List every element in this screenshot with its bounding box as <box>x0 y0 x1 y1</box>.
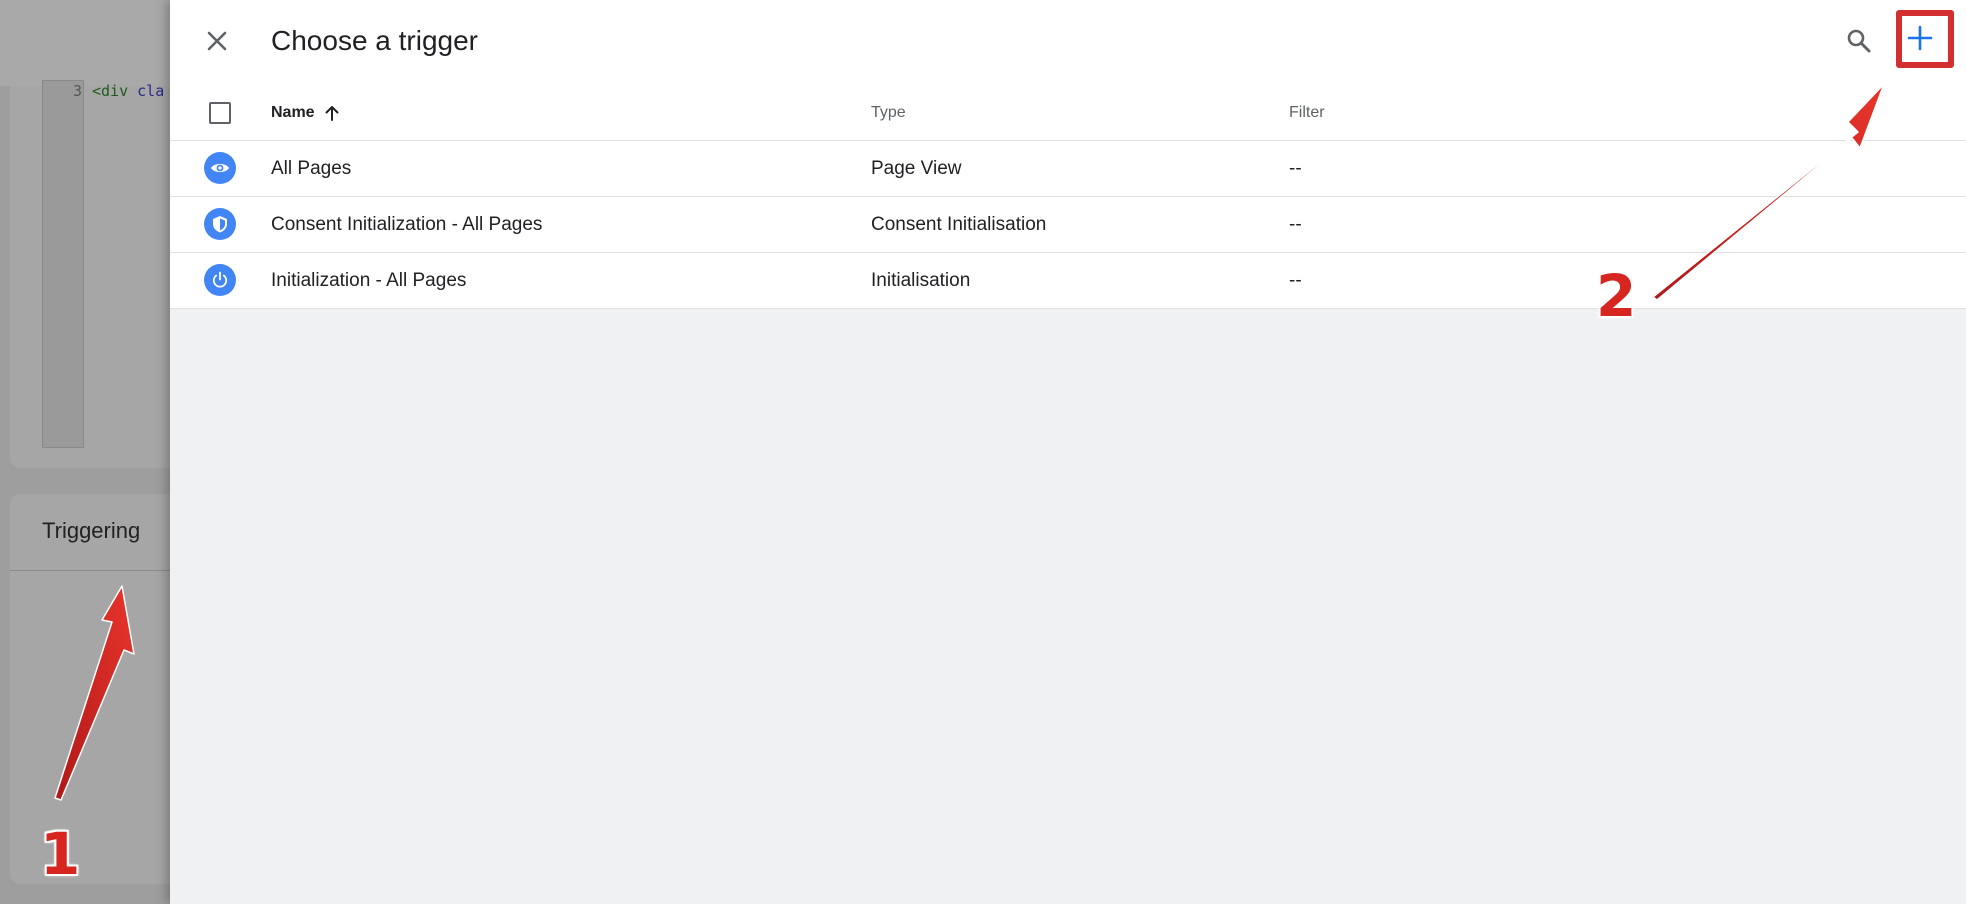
search-button[interactable] <box>1842 24 1876 58</box>
add-button-highlight <box>1896 10 1954 68</box>
code-line-number: 3 <box>72 82 82 100</box>
code-attr: cla <box>137 82 165 100</box>
trigger-row[interactable]: All Pages Page View -- <box>170 141 1966 197</box>
close-button[interactable] <box>200 24 234 58</box>
select-all-checkbox[interactable] <box>209 102 231 124</box>
shield-icon <box>204 208 236 240</box>
trigger-filter: -- <box>1289 270 1302 291</box>
column-header-type[interactable]: Type <box>871 104 906 122</box>
annotation-step-1: 1 <box>40 820 81 888</box>
power-icon <box>204 264 236 296</box>
annotation-step-2: 2 <box>1596 262 1637 330</box>
code-tag: <div <box>92 82 138 100</box>
table-header <box>170 84 1966 141</box>
search-icon <box>1847 29 1871 53</box>
panel-title: Choose a trigger <box>271 25 479 56</box>
sort-ascending-icon[interactable] <box>321 102 343 124</box>
trigger-type: Page View <box>871 158 962 179</box>
trigger-name: Consent Initialization - All Pages <box>271 214 543 235</box>
trigger-name: All Pages <box>271 158 352 179</box>
trigger-name: Initialization - All Pages <box>271 270 467 291</box>
trigger-filter: -- <box>1289 158 1302 179</box>
panel-header: Choose a trigger <box>170 0 1966 84</box>
trigger-list: All Pages Page View -- Consent Initializ… <box>170 141 1966 309</box>
eye-icon <box>204 152 236 184</box>
trigger-row[interactable]: Initialization - All Pages Initialisatio… <box>170 253 1966 309</box>
code-gutter <box>42 80 84 448</box>
choose-trigger-panel: Choose a trigger Name Type Filter All Pa… <box>170 0 1966 904</box>
trigger-type: Consent Initialisation <box>871 214 1047 235</box>
column-header-filter[interactable]: Filter <box>1289 104 1325 122</box>
trigger-row[interactable]: Consent Initialization - All Pages Conse… <box>170 197 1966 253</box>
trigger-type: Initialisation <box>871 270 971 291</box>
column-header-name[interactable]: Name <box>271 104 315 122</box>
triggering-title: Triggering <box>42 518 141 543</box>
code-line: <div cla <box>92 82 164 100</box>
close-icon <box>207 31 227 51</box>
trigger-filter: -- <box>1289 214 1302 235</box>
